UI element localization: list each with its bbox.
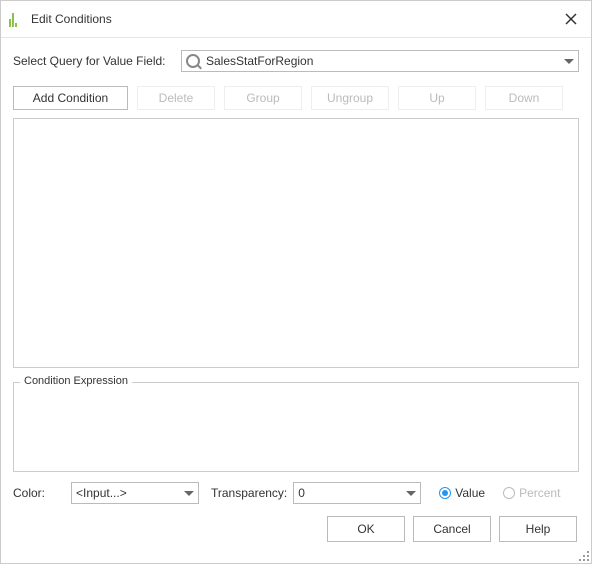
- up-button: Up: [398, 86, 476, 110]
- footer: OK Cancel Help: [13, 516, 579, 542]
- radio-icon: [439, 487, 451, 499]
- color-row: Color: <Input...> Transparency: 0 Value …: [13, 482, 579, 504]
- query-label: Select Query for Value Field:: [13, 54, 181, 68]
- color-select[interactable]: <Input...>: [71, 482, 199, 504]
- close-icon: [565, 13, 577, 25]
- conditions-list[interactable]: [13, 118, 579, 368]
- dialog-title: Edit Conditions: [31, 12, 559, 26]
- add-condition-button[interactable]: Add Condition: [13, 86, 128, 110]
- delete-button: Delete: [137, 86, 215, 110]
- query-value: SalesStatForRegion: [206, 54, 564, 68]
- chevron-down-icon: [406, 491, 416, 496]
- close-button[interactable]: [559, 7, 583, 31]
- condition-expression-panel: Condition Expression: [13, 382, 579, 472]
- transparency-label: Transparency:: [211, 486, 287, 500]
- color-label: Color:: [13, 486, 65, 500]
- edit-conditions-dialog: Edit Conditions Select Query for Value F…: [0, 0, 592, 564]
- transparency-select[interactable]: 0: [293, 482, 421, 504]
- dialog-content: Select Query for Value Field: SalesStatF…: [1, 38, 591, 563]
- cancel-button[interactable]: Cancel: [413, 516, 491, 542]
- transparency-value: 0: [298, 486, 406, 500]
- condition-toolbar: Add Condition Delete Group Ungroup Up Do…: [13, 86, 579, 110]
- value-radio-wrap[interactable]: Value: [439, 486, 485, 500]
- ok-button[interactable]: OK: [327, 516, 405, 542]
- query-row: Select Query for Value Field: SalesStatF…: [13, 50, 579, 72]
- resize-grip[interactable]: [577, 549, 589, 561]
- percent-radio-label: Percent: [519, 486, 560, 500]
- percent-radio-wrap: Percent: [503, 486, 560, 500]
- app-bars-icon: [9, 11, 25, 27]
- chevron-down-icon: [184, 491, 194, 496]
- titlebar: Edit Conditions: [1, 1, 591, 38]
- query-select[interactable]: SalesStatForRegion: [181, 50, 579, 72]
- value-radio-label: Value: [455, 486, 485, 500]
- color-value: <Input...>: [76, 486, 184, 500]
- radio-icon: [503, 487, 515, 499]
- help-button[interactable]: Help: [499, 516, 577, 542]
- chevron-down-icon: [564, 59, 574, 64]
- down-button: Down: [485, 86, 563, 110]
- ungroup-button: Ungroup: [311, 86, 389, 110]
- search-icon: [186, 54, 200, 68]
- condition-expression-legend: Condition Expression: [20, 375, 132, 387]
- group-button: Group: [224, 86, 302, 110]
